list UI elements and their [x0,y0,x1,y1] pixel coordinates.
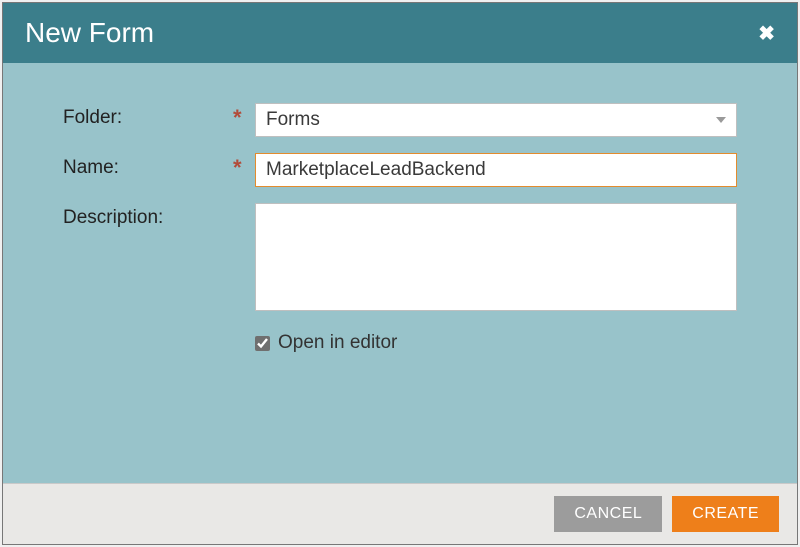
description-input-wrap [255,203,737,316]
name-row: Name: * [63,153,737,187]
description-row: Description: [63,203,737,316]
required-asterisk-icon: * [233,153,255,181]
new-form-dialog: New Form ✖ Folder: * Forms Name: * Descr… [2,2,798,545]
close-icon[interactable]: ✖ [758,21,775,46]
folder-select-value: Forms [266,109,320,131]
create-button[interactable]: CREATE [672,496,779,532]
open-in-editor-row: Open in editor [255,332,737,354]
folder-row: Folder: * Forms [63,103,737,137]
name-label: Name: [63,153,233,179]
required-asterisk-icon: * [233,103,255,131]
folder-label: Folder: [63,103,233,129]
dialog-titlebar: New Form ✖ [3,3,797,63]
open-in-editor-label: Open in editor [278,332,397,354]
description-textarea[interactable] [255,203,737,311]
description-label: Description: [63,203,233,229]
dialog-title: New Form [25,17,154,49]
open-in-editor-checkbox[interactable] [255,336,270,351]
dialog-body: Folder: * Forms Name: * Description: [3,63,797,483]
chevron-down-icon [716,117,726,123]
dialog-footer: CANCEL CREATE [3,483,797,544]
cancel-button[interactable]: CANCEL [554,496,662,532]
folder-input-wrap: Forms [255,103,737,137]
name-input-wrap [255,153,737,187]
folder-select[interactable]: Forms [255,103,737,137]
name-input[interactable] [255,153,737,187]
required-placeholder [233,203,255,205]
